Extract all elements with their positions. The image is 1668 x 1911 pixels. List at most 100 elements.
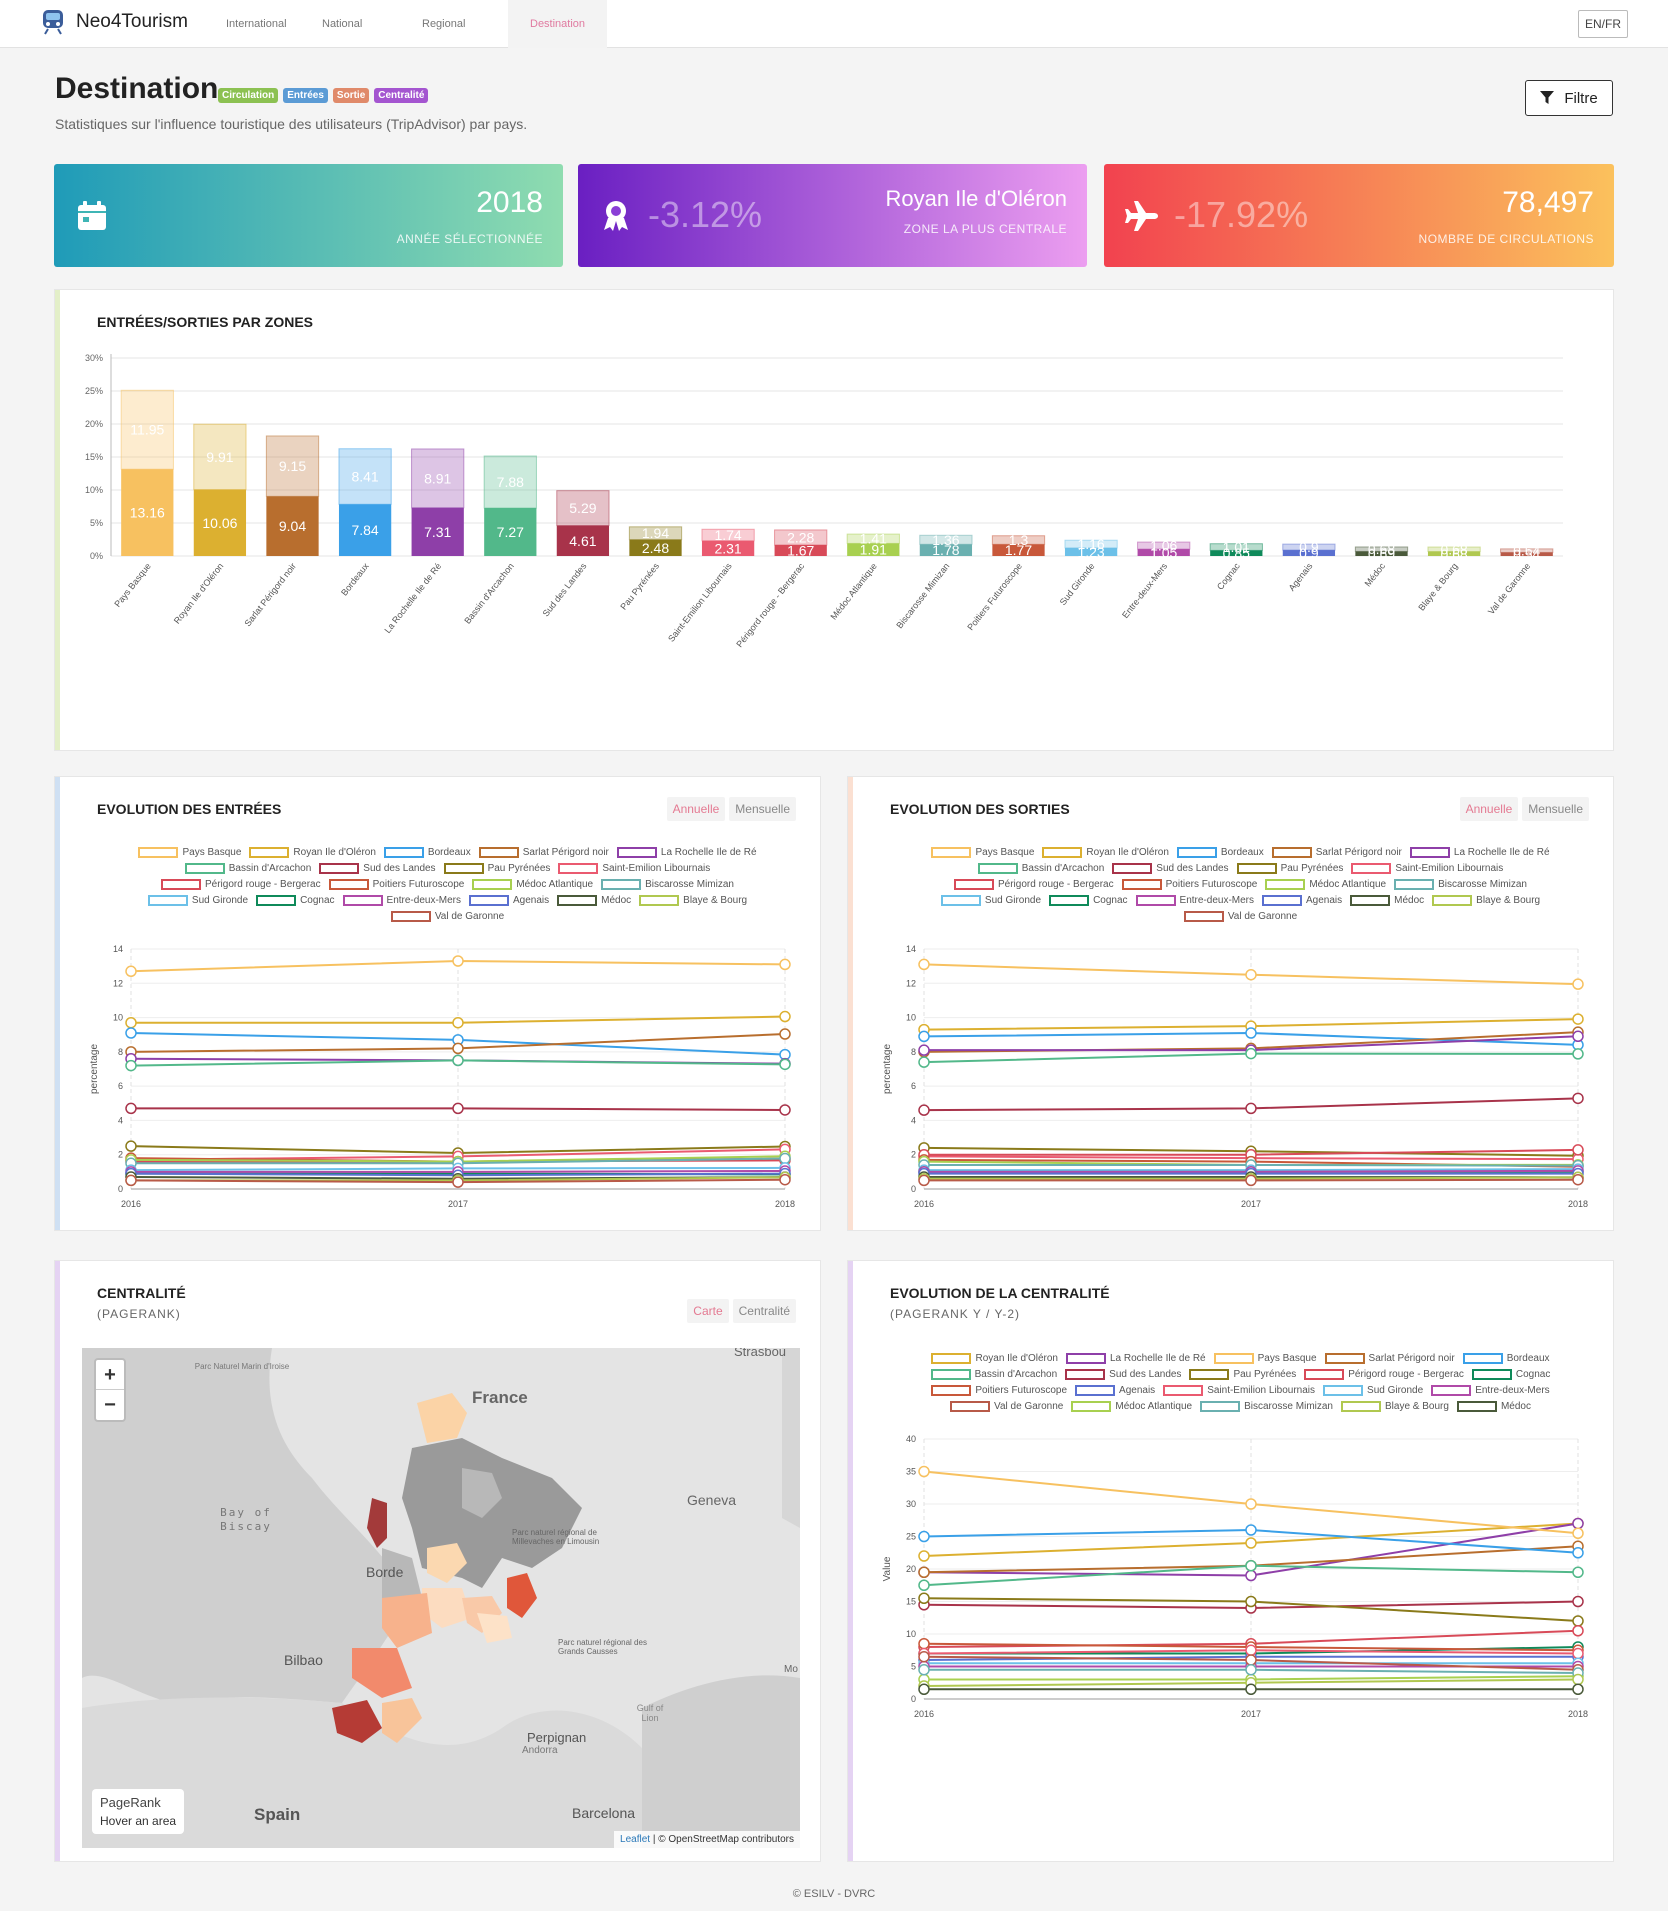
series-point-bassin-d-arcachon[interactable]	[1245, 1560, 1257, 1572]
y-tick-label: 25%	[85, 386, 103, 396]
series-point-poitiers-futuroscope[interactable]	[918, 1638, 930, 1650]
y-tick-label: 2	[911, 1150, 916, 1160]
series-point-sud-des-landes[interactable]	[452, 1102, 464, 1115]
bar-value-label: 1.41	[860, 531, 887, 547]
series-point-val-de-garonne[interactable]	[918, 1174, 930, 1187]
series-point-pays-basque[interactable]	[918, 958, 930, 971]
series-point-la-rochelle-ile-de-re[interactable]	[918, 1044, 930, 1056]
leaflet-link[interactable]: Leaflet	[620, 1834, 650, 1845]
series-point-royan-ile-d-oleron[interactable]	[1245, 1537, 1257, 1549]
y-tick-label: 4	[911, 1115, 916, 1125]
nav-destination[interactable]: Destination	[508, 0, 608, 48]
series-point-val-de-garonne[interactable]	[1572, 1173, 1584, 1186]
centrality-title: CENTRALITÉ	[97, 1285, 186, 1301]
brand[interactable]: Neo4Tourism	[40, 8, 188, 36]
series-point-sarlat-perigord-noir[interactable]	[918, 1566, 930, 1578]
series-point-pays-basque[interactable]	[1245, 968, 1257, 981]
series-point-val-de-garonne[interactable]	[918, 1651, 930, 1663]
series-point-bordeaux[interactable]	[125, 1027, 137, 1039]
kpi-central-zone-card: -3.12% Royan Ile d'Oléron ZONE LA PLUS C…	[578, 164, 1087, 267]
x-tick-label: 2016	[914, 1199, 934, 1209]
series-point-perigord-rouge-bergerac[interactable]	[1572, 1625, 1584, 1637]
series-point-biscarosse-mimizan[interactable]	[918, 1664, 930, 1676]
series-point-bassin-d-arcachon[interactable]	[779, 1058, 791, 1071]
bar-value-label: 9.04	[279, 518, 306, 534]
series-point-pays-basque[interactable]	[1245, 1498, 1257, 1510]
series-point-bassin-d-arcachon[interactable]	[1572, 1566, 1584, 1578]
zoom-out-button[interactable]: −	[96, 1390, 124, 1420]
y-tick-label: 6	[911, 1081, 916, 1091]
series-point-pays-basque[interactable]	[1572, 978, 1584, 990]
series-point-la-rochelle-ile-de-re[interactable]	[1572, 1030, 1584, 1043]
series-point-biscarosse-mimizan[interactable]	[779, 1152, 791, 1165]
x-tick-label: 2017	[1241, 1199, 1261, 1209]
series-point-bassin-d-arcachon[interactable]	[918, 1579, 930, 1591]
series-point-sud-des-landes[interactable]	[918, 1104, 930, 1116]
series-point-sud-des-landes[interactable]	[1572, 1092, 1584, 1105]
map-info-title: PageRank	[100, 1795, 161, 1810]
series-point-bassin-d-arcachon[interactable]	[1572, 1048, 1584, 1060]
series-point-val-de-garonne[interactable]	[779, 1173, 791, 1186]
series-point-royan-ile-d-oleron[interactable]	[125, 1016, 137, 1029]
series-point-bordeaux[interactable]	[1572, 1547, 1584, 1559]
series-point-sarlat-perigord-noir[interactable]	[779, 1028, 791, 1040]
series-point-bassin-d-arcachon[interactable]	[452, 1054, 464, 1067]
series-point-perigord-rouge-bergerac[interactable]	[1572, 1144, 1584, 1156]
nav-national[interactable]: National	[300, 0, 384, 48]
series-point-val-de-garonne[interactable]	[125, 1174, 137, 1187]
series-point-pau-pyrenees[interactable]	[918, 1592, 930, 1604]
series-point-sarlat-perigord-noir[interactable]	[452, 1042, 464, 1055]
series-point-bassin-d-arcachon[interactable]	[918, 1056, 930, 1068]
nav-international[interactable]: International	[204, 0, 309, 48]
series-point-sud-des-landes[interactable]	[1245, 1102, 1257, 1115]
x-tick-label: 2016	[914, 1709, 934, 1719]
badge-centralite: Centralité	[374, 88, 429, 103]
series-point-pau-pyrenees[interactable]	[1572, 1615, 1584, 1627]
series-point-saint-emilion-libournais[interactable]	[1572, 1647, 1584, 1660]
series-point-biscarosse-mimizan[interactable]	[1245, 1664, 1257, 1676]
series-point-blaye-bourg[interactable]	[1572, 1673, 1584, 1686]
series-point-saint-emilion-libournais[interactable]	[1245, 1644, 1257, 1656]
nav-regional[interactable]: Regional	[400, 0, 487, 48]
series-point-bordeaux[interactable]	[1245, 1524, 1257, 1536]
series-point-val-de-garonne[interactable]	[1245, 1654, 1257, 1666]
series-point-bordeaux[interactable]	[918, 1030, 930, 1043]
bar-value-label: 11.95	[130, 422, 164, 438]
series-point-royan-ile-d-oleron[interactable]	[918, 1550, 930, 1562]
series-point-royan-ile-d-oleron[interactable]	[779, 1010, 791, 1023]
series-point-medoc[interactable]	[1245, 1683, 1257, 1695]
series-point-bassin-d-arcachon[interactable]	[125, 1059, 137, 1072]
series-point-pays-basque[interactable]	[452, 955, 464, 967]
series-point-val-de-garonne[interactable]	[1245, 1174, 1257, 1187]
series-point-bordeaux[interactable]	[918, 1530, 930, 1543]
series-point-medoc[interactable]	[918, 1683, 930, 1695]
series-point-sud-des-landes[interactable]	[1572, 1595, 1584, 1608]
series-point-pau-pyrenees[interactable]	[1245, 1595, 1257, 1608]
series-point-royan-ile-d-oleron[interactable]	[452, 1016, 464, 1029]
kpi-circulations-label: NOMBRE DE CIRCULATIONS	[1418, 232, 1594, 246]
series-point-sud-des-landes[interactable]	[779, 1104, 791, 1116]
series-point-bordeaux[interactable]	[1245, 1027, 1257, 1039]
map-label-barcelona: Barcelona	[572, 1805, 636, 1821]
series-point-medoc[interactable]	[1572, 1683, 1584, 1695]
series-point-sud-des-landes[interactable]	[125, 1102, 137, 1115]
toggle-centralite[interactable]: Centralité	[732, 1299, 796, 1323]
series-point-val-de-garonne[interactable]	[452, 1176, 464, 1188]
series-point-la-rochelle-ile-de-re[interactable]	[1245, 1569, 1257, 1582]
zoom-in-button[interactable]: +	[96, 1360, 124, 1390]
series-point-la-rochelle-ile-de-re[interactable]	[1572, 1517, 1584, 1530]
series-point-pau-pyrenees[interactable]	[125, 1140, 137, 1152]
series-point-bassin-d-arcachon[interactable]	[1245, 1047, 1257, 1060]
series-point-pays-basque[interactable]	[125, 965, 137, 978]
series-point-pays-basque[interactable]	[918, 1465, 930, 1478]
series-point-pays-basque[interactable]	[779, 958, 791, 971]
series-point-pays-basque[interactable]	[1572, 1527, 1584, 1539]
language-toggle-button[interactable]: EN/FR	[1578, 10, 1628, 38]
filter-button[interactable]: Filtre	[1525, 80, 1613, 116]
x-tick-label: Royan Ile d'Oléron	[172, 561, 226, 626]
toggle-carte[interactable]: Carte	[687, 1299, 729, 1323]
y-tick-label: 4	[118, 1115, 123, 1125]
leaflet-map[interactable]: France Bay of Biscay Geneva Borde Bilbao…	[82, 1348, 800, 1848]
card-accent	[55, 1261, 60, 1861]
series-point-royan-ile-d-oleron[interactable]	[1572, 1013, 1584, 1025]
